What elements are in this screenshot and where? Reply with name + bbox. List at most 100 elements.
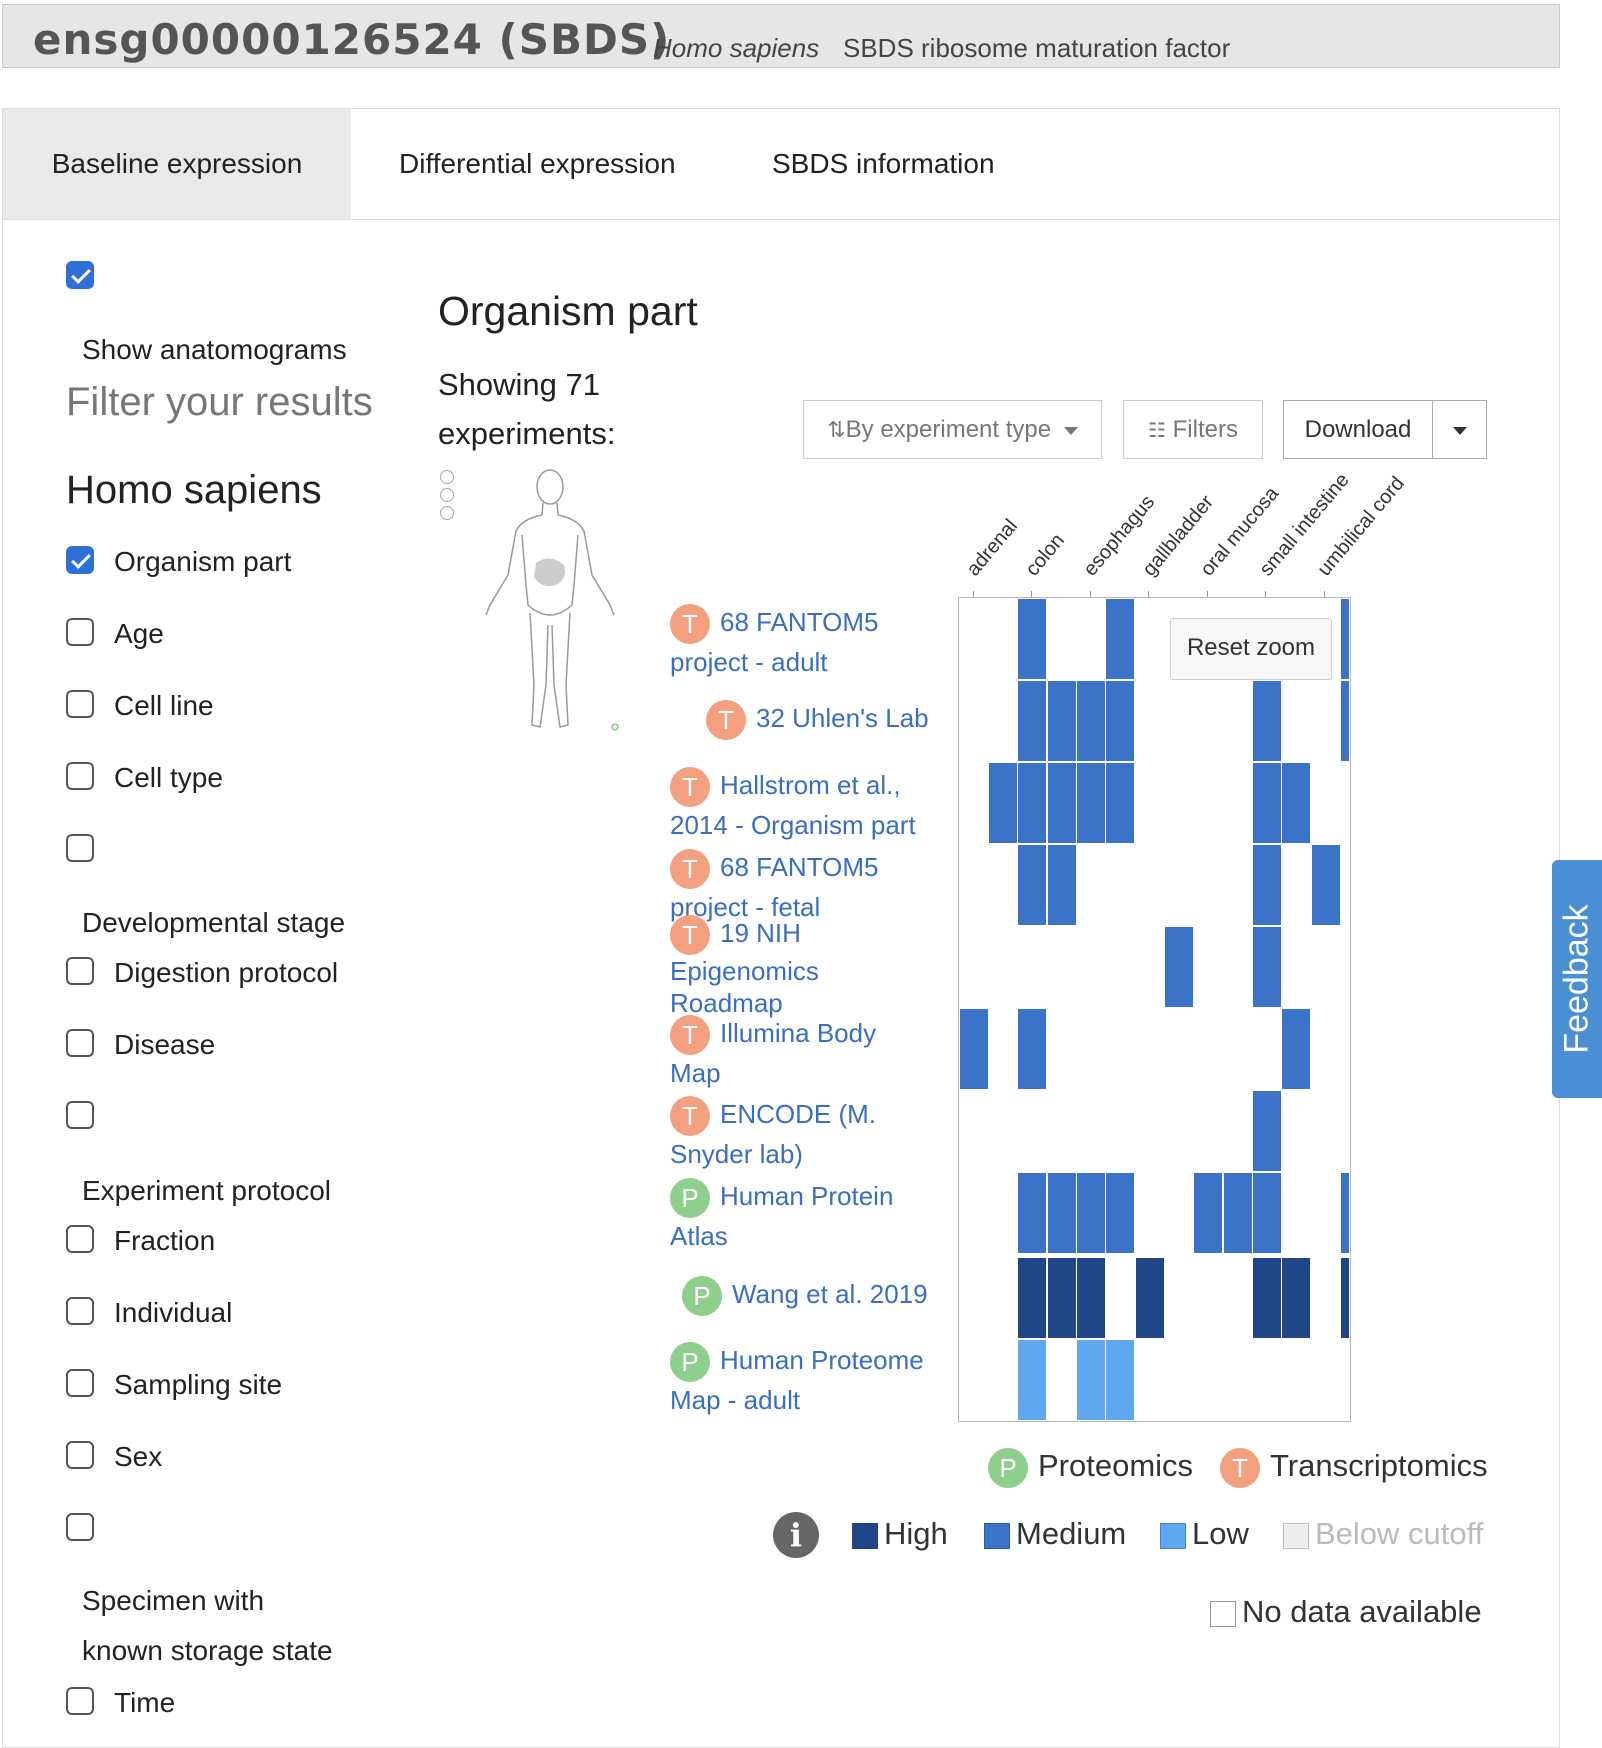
heatmap-cell[interactable] (1253, 1173, 1281, 1253)
heatmap-cell[interactable] (1312, 845, 1340, 925)
heatmap-cell[interactable] (1253, 1091, 1281, 1171)
experiment-row-label[interactable]: T 32 Uhlen's Lab (706, 700, 929, 741)
feedback-tab[interactable]: Feedback (1552, 860, 1602, 1098)
filter-digestion-protocol-checkbox[interactable] (66, 957, 94, 985)
heatmap-cell[interactable] (1165, 927, 1193, 1007)
heatmap-cell[interactable] (1077, 1258, 1105, 1338)
filters-button[interactable]: ☷ Filters (1123, 400, 1263, 459)
heatmap-cell[interactable] (1018, 763, 1046, 843)
filter-disease-label: Disease (114, 1029, 216, 1060)
heatmap-cell[interactable] (1048, 763, 1076, 843)
heatmap-cell[interactable] (1253, 845, 1281, 925)
heatmap-cell[interactable] (1077, 1340, 1105, 1420)
expression-heatmap[interactable] (958, 597, 1351, 1422)
heatmap-cell[interactable] (1253, 763, 1281, 843)
filter-organism-part-checkbox[interactable] (66, 546, 94, 574)
experiment-row-label[interactable]: T 68 FANTOM5 project - adult (670, 604, 878, 681)
filter-developmental-stage-checkbox[interactable] (66, 834, 94, 862)
filter-individual-checkbox[interactable] (66, 1297, 94, 1325)
heatmap-cell[interactable] (1341, 1258, 1349, 1338)
heatmap-cell[interactable] (1194, 1173, 1222, 1253)
human-body-anatomogram[interactable] (470, 465, 630, 735)
heatmap-cell[interactable] (1018, 681, 1046, 761)
heatmap-cell[interactable] (1282, 1009, 1310, 1089)
filter-cell-line-checkbox[interactable] (66, 690, 94, 718)
experiment-row-label[interactable]: T Illumina Body Map (670, 1015, 876, 1092)
gene-header: ensg00000126524 (SBDS) Homo sapiens SBDS… (2, 4, 1560, 68)
download-button[interactable]: Download (1283, 400, 1433, 459)
anatomogram-view-3[interactable] (440, 506, 454, 520)
heatmap-cell[interactable] (1106, 599, 1134, 679)
tab-sbds-information[interactable]: SBDS information (772, 109, 995, 219)
filter-time-label: Time (114, 1687, 176, 1718)
filter-fraction-checkbox[interactable] (66, 1225, 94, 1253)
anatomogram-view-2[interactable] (440, 488, 454, 502)
experiment-row-label[interactable]: T Hallstrom et al., 2014 - Organism part (670, 767, 916, 844)
heatmap-cell[interactable] (1341, 681, 1349, 761)
heatmap-cell[interactable] (1018, 1009, 1046, 1089)
filter-time-checkbox[interactable] (66, 1687, 94, 1715)
heatmap-cell[interactable] (1253, 1258, 1281, 1338)
experiment-row-label[interactable]: P Wang et al. 2019 (682, 1276, 928, 1317)
heatmap-cell[interactable] (1077, 1173, 1105, 1253)
heatmap-cell[interactable] (1282, 1258, 1310, 1338)
transcriptomics-badge: T (670, 915, 710, 955)
heatmap-cell[interactable] (1018, 599, 1046, 679)
transcriptomics-badge: T (706, 700, 746, 741)
heatmap-cell[interactable] (1018, 1258, 1046, 1338)
heatmap-cell[interactable] (1136, 1258, 1164, 1338)
reset-zoom-button[interactable]: Reset zoom (1170, 618, 1332, 680)
species-name: Homo sapiens (653, 33, 820, 63)
heatmap-cell[interactable] (1048, 1173, 1076, 1253)
heatmap-cell[interactable] (1282, 763, 1310, 843)
filter-cell-type-checkbox[interactable] (66, 762, 94, 790)
transcriptomics-badge: T (670, 849, 710, 890)
heatmap-cell[interactable] (1106, 763, 1134, 843)
showing-count: Showing 71 (438, 367, 601, 402)
heatmap-cell[interactable] (1018, 1340, 1046, 1420)
heatmap-cell[interactable] (1077, 763, 1105, 843)
heatmap-cell[interactable] (960, 1009, 988, 1089)
heatmap-cell[interactable] (1018, 1173, 1046, 1253)
showing-experiments: Showing 71 experiments: (438, 360, 678, 458)
medium-swatch (984, 1522, 1010, 1549)
heatmap-cell[interactable] (1048, 681, 1076, 761)
filter-specimen-storage-label-2: known storage state (82, 1635, 333, 1666)
experiment-row-label[interactable]: P Human Protein Atlas (670, 1178, 893, 1255)
experiment-row-label[interactable]: T 19 NIH Epigenomics Roadmap (670, 915, 819, 1019)
heatmap-cell[interactable] (1077, 681, 1105, 761)
filter-digestion-protocol-label: Digestion protocol (114, 957, 339, 988)
filter-specimen-storage-checkbox[interactable] (66, 1513, 94, 1541)
heatmap-cell[interactable] (989, 763, 1017, 843)
filter-experiment-protocol-checkbox[interactable] (66, 1101, 94, 1129)
heatmap-cell[interactable] (1106, 1173, 1134, 1253)
anatomogram-view-1[interactable] (440, 470, 454, 484)
sort-by-experiment-type-button[interactable]: ⇅By experiment type (803, 400, 1102, 459)
filter-disease-checkbox[interactable] (66, 1029, 94, 1057)
heatmap-cell[interactable] (1048, 1258, 1076, 1338)
heatmap-cell[interactable] (1253, 681, 1281, 761)
download-dropdown-button[interactable] (1432, 400, 1487, 459)
heatmap-cell[interactable] (1224, 1173, 1252, 1253)
heatmap-cell[interactable] (1341, 1173, 1349, 1253)
info-icon[interactable]: i (773, 1512, 819, 1558)
experiment-row-label[interactable]: T ENCODE (M. Snyder lab) (670, 1096, 876, 1173)
filter-age-checkbox[interactable] (66, 618, 94, 646)
heatmap-cell[interactable] (1106, 1340, 1134, 1420)
chevron-down-icon (1452, 426, 1467, 435)
filter-sex-checkbox[interactable] (66, 1441, 94, 1469)
proteomics-badge: P (670, 1178, 710, 1219)
show-anatomograms-checkbox[interactable] (66, 261, 94, 289)
heatmap-cell[interactable] (1253, 927, 1281, 1007)
filter-sampling-site-label: Sampling site (114, 1369, 283, 1400)
filter-cell-line-label: Cell line (114, 690, 214, 721)
filter-sampling-site-checkbox[interactable] (66, 1369, 94, 1397)
heatmap-cell[interactable] (1048, 845, 1076, 925)
gene-id: ensg00000126524 (SBDS) (33, 15, 671, 64)
tab-differential-expression[interactable]: Differential expression (399, 109, 676, 219)
heatmap-cell[interactable] (1341, 599, 1349, 679)
tab-baseline-expression[interactable]: Baseline expression (3, 109, 351, 219)
experiment-row-label[interactable]: P Human Proteome Map - adult (670, 1342, 924, 1419)
heatmap-cell[interactable] (1018, 845, 1046, 925)
heatmap-cell[interactable] (1106, 681, 1134, 761)
